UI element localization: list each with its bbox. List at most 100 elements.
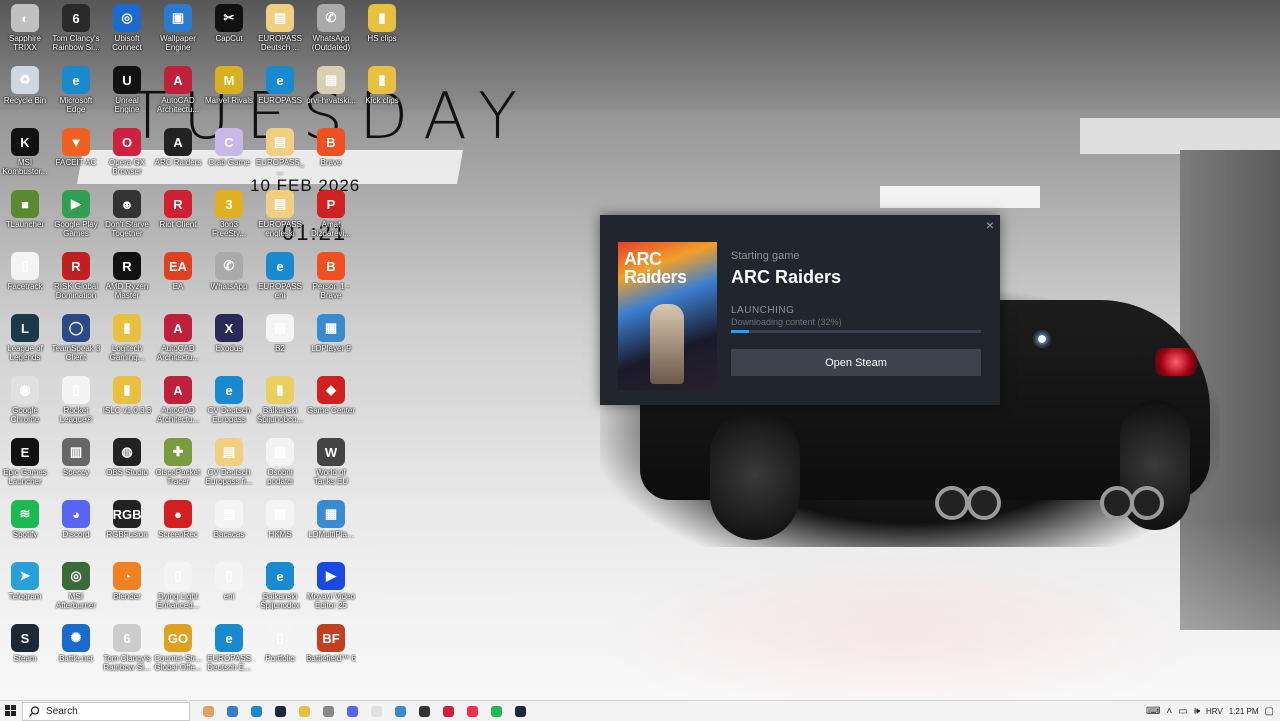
desktop-icon[interactable]: ● ScreenRec xyxy=(153,496,203,558)
network-icon[interactable]: ▭ xyxy=(1178,706,1187,717)
desktop-icon[interactable]: e Balkanski Špijunodox xyxy=(255,558,305,620)
desktop-icon[interactable]: ▮ Balkanski Špijunobco... xyxy=(255,372,305,434)
start-button[interactable] xyxy=(0,701,22,721)
desktop-icon[interactable]: ▯ Portfolio xyxy=(255,620,305,682)
keyboard-icon[interactable]: ⌨ xyxy=(1146,706,1160,717)
desktop-icon[interactable]: ▯ Facetrack xyxy=(0,248,50,310)
desktop-icon[interactable]: ▤ EUROPASS_... xyxy=(255,124,305,186)
chevron-up-icon[interactable]: ˄ xyxy=(1166,706,1172,717)
desktop-icon[interactable]: K MSI Kombustor... xyxy=(0,124,50,186)
desktop-icon[interactable]: ➤ Telegram xyxy=(0,558,50,620)
desktop-icon[interactable]: ▯ Rocket League® xyxy=(51,372,101,434)
desktop-icon[interactable]: e Microsoft Edge xyxy=(51,62,101,124)
taskbar-app-icon[interactable] xyxy=(196,701,220,721)
desktop-icon[interactable]: ▦ LDMultiPla... xyxy=(306,496,356,558)
taskbar-app-icon[interactable] xyxy=(364,701,388,721)
desktop-icon[interactable]: ☻ Don't Starve Together xyxy=(102,186,152,248)
language-indicator[interactable]: HRV xyxy=(1206,707,1223,716)
desktop-icon[interactable]: ✆ WhatsApp (Outdated) xyxy=(306,0,356,62)
desktop-icon[interactable]: ◆ Game Center xyxy=(306,372,356,434)
desktop-icon[interactable]: O Opera GX Browser xyxy=(102,124,152,186)
taskbar-app-icon[interactable] xyxy=(460,701,484,721)
taskbar-app-icon[interactable] xyxy=(508,701,532,721)
desktop-icon[interactable]: 6 Tom Clancy's Rainbow Si... xyxy=(102,620,152,682)
desktop-icon[interactable]: M Marvel Rivals xyxy=(204,62,254,124)
taskbar-app-icon[interactable] xyxy=(292,701,316,721)
taskbar-search[interactable]: Search xyxy=(22,701,190,721)
desktop-icon[interactable]: E Epic Games Launcher xyxy=(0,434,50,496)
desktop-icon[interactable]: ▤ EUROPASS engleski xyxy=(255,186,305,248)
desktop-icon[interactable]: ▤ CV Deutsch Europass fi... xyxy=(204,434,254,496)
desktop-icon[interactable]: ▣ Wallpaper Engine xyxy=(153,0,203,62)
close-icon[interactable]: × xyxy=(986,217,994,233)
desktop-icon[interactable]: X Exodus xyxy=(204,310,254,372)
volume-icon[interactable]: 🕪 xyxy=(1194,706,1200,717)
desktop-icon[interactable]: ▦ LDPlayer 9 xyxy=(306,310,356,372)
desktop-icon[interactable]: A ARC Raiders xyxy=(153,124,203,186)
taskbar-app-icon[interactable] xyxy=(268,701,292,721)
taskbar-clock[interactable]: 1:21 PM xyxy=(1229,707,1259,716)
desktop-icon[interactable]: ◎ Ubisoft Connect xyxy=(102,0,152,62)
taskbar-app-icon[interactable] xyxy=(220,701,244,721)
desktop-icon[interactable]: ✚ CiscoPacket Tracer xyxy=(153,434,203,496)
taskbar-app-icon[interactable] xyxy=(412,701,436,721)
desktop-icon[interactable]: C Crab Game xyxy=(204,124,254,186)
taskbar-app-icon[interactable] xyxy=(436,701,460,721)
taskbar-app-icon[interactable] xyxy=(340,701,364,721)
taskbar-app-icon[interactable] xyxy=(388,701,412,721)
desktop-icon[interactable]: ■ TLauncher xyxy=(0,186,50,248)
desktop-icon[interactable]: R Riot Client xyxy=(153,186,203,248)
taskbar-app-icon[interactable] xyxy=(484,701,508,721)
taskbar-app-icon[interactable] xyxy=(316,701,340,721)
desktop-icon[interactable]: ✂ CapCut xyxy=(204,0,254,62)
taskbar-app-icon[interactable] xyxy=(244,701,268,721)
desktop-icon[interactable]: S Steam xyxy=(0,620,50,682)
desktop-icon[interactable]: ▤ EUROPASS Deutsch ... xyxy=(255,0,305,62)
desktop-icon[interactable]: R AMD Ryzen Master xyxy=(102,248,152,310)
desktop-icon[interactable]: 6 Tom Clancy's Rainbow Si... xyxy=(51,0,101,62)
desktop-icon[interactable]: R RISK Global Domination xyxy=(51,248,101,310)
desktop-icon[interactable]: B Person 1 - Brave xyxy=(306,248,356,310)
desktop-icon[interactable]: A AutoCAD Architectu... xyxy=(153,62,203,124)
desktop-icon[interactable]: A AutoCAD Architectu... xyxy=(153,310,203,372)
desktop-icon[interactable]: ▼ FACEIT AC xyxy=(51,124,101,186)
desktop-icon[interactable]: e EUROPASS xyxy=(255,62,305,124)
desktop-icon[interactable]: ▶ Google Play Games xyxy=(51,186,101,248)
desktop-icon[interactable]: W World of Tanks EU xyxy=(306,434,356,496)
desktop-icon[interactable]: ▮ ISLC v1.0.3.3 xyxy=(102,372,152,434)
desktop-icon[interactable]: A AutoCAD Architectu... xyxy=(153,372,203,434)
desktop-icon[interactable]: ▤ B2 xyxy=(255,310,305,372)
desktop-icon[interactable]: e EUROPASS eni xyxy=(255,248,305,310)
desktop-icon[interactable]: ▤ Osobni podatci xyxy=(255,434,305,496)
desktop-icon[interactable]: ◍ OBS Studio xyxy=(102,434,152,496)
desktop-icon[interactable]: ▮ Kick clips xyxy=(357,62,407,124)
desktop-icon[interactable]: 3 3on3 FreeSty... xyxy=(204,186,254,248)
desktop-icon[interactable]: L League of Legends xyxy=(0,310,50,372)
desktop-icon[interactable]: ◐ Sapphire TRIXX xyxy=(0,0,50,62)
desktop-icon[interactable]: ✆ WhatsApp xyxy=(204,248,254,310)
desktop-icon[interactable]: ◯ TeamSpeak 3 Client xyxy=(51,310,101,372)
desktop-icon[interactable]: e EUROPASS Deutsch E... xyxy=(204,620,254,682)
desktop-icon[interactable]: ▮ Logitech Gaming... xyxy=(102,310,152,372)
desktop-icon[interactable]: B Brave xyxy=(306,124,356,186)
notifications-icon[interactable]: ▢ xyxy=(1265,706,1274,717)
desktop-icon[interactable]: ▥ Speccy xyxy=(51,434,101,496)
desktop-icon[interactable]: ♻ Recycle Bin xyxy=(0,62,50,124)
desktop-icon[interactable]: ✺ Battle.net xyxy=(51,620,101,682)
desktop-icon[interactable]: ▤ HKMS xyxy=(255,496,305,558)
desktop-icon[interactable]: ◕ Discord xyxy=(51,496,101,558)
desktop-icon[interactable]: e CV Deutsch Europass xyxy=(204,372,254,434)
desktop-icon[interactable]: ≋ Spotify xyxy=(0,496,50,558)
open-steam-button[interactable]: Open Steam xyxy=(731,349,981,376)
desktop-icon[interactable]: EA EA xyxy=(153,248,203,310)
desktop-icon[interactable]: ◉ Google Chrome xyxy=(0,372,50,434)
desktop-icon[interactable]: ▤ Bacacas xyxy=(204,496,254,558)
desktop-icon[interactable]: GO Counter-Str... Global Offe... xyxy=(153,620,203,682)
desktop-icon[interactable]: U Unreal Engine xyxy=(102,62,152,124)
desktop-icon[interactable]: ▶ Movavi Video Editor 25 xyxy=(306,558,356,620)
desktop-icon[interactable]: RGB RGBFusion xyxy=(102,496,152,558)
desktop-icon[interactable]: ▯ eni xyxy=(204,558,254,620)
desktop-icon[interactable]: ◎ MSI Afterburner xyxy=(51,558,101,620)
desktop-icon[interactable]: ▤ prvi-hrvatski... xyxy=(306,62,356,124)
desktop-icon[interactable]: BF Battlefield™ 6 xyxy=(306,620,356,682)
